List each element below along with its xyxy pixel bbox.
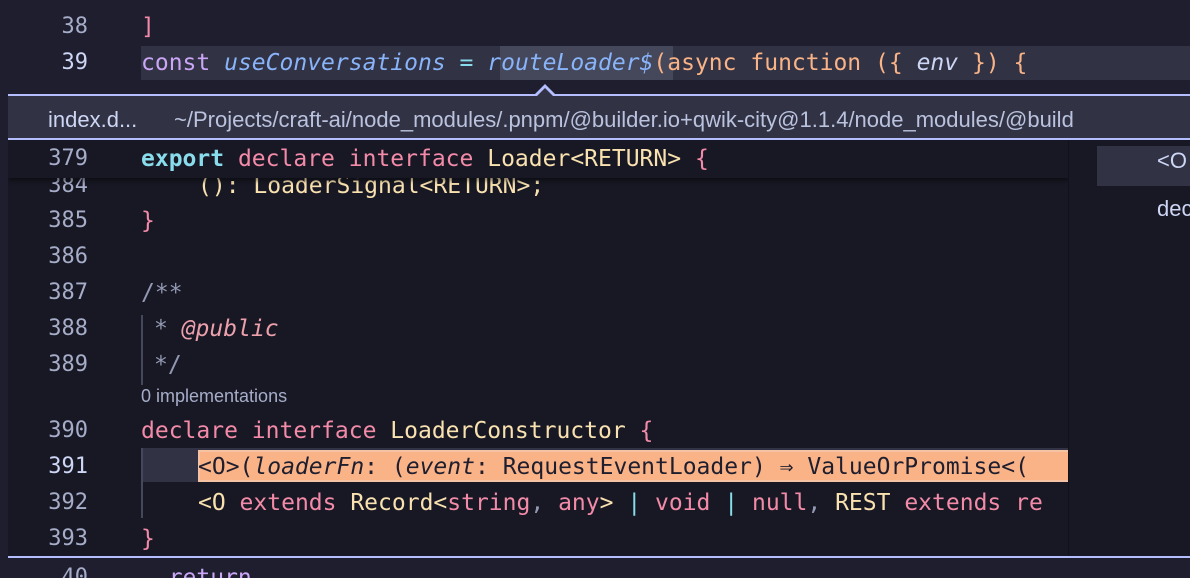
arrow-token: ⇒	[765, 454, 808, 480]
function-token[interactable]: routeLoader$	[487, 50, 653, 76]
param-token: env	[916, 50, 959, 76]
param-token: loaderFn	[253, 454, 365, 480]
code-line[interactable]: * @public	[154, 311, 279, 347]
peek-editor[interactable]: 379 export declare interface Loader<RETU…	[8, 140, 1068, 556]
code-line[interactable]: }	[141, 203, 155, 239]
line-number-active: 391	[48, 454, 88, 479]
punct-token: {	[1013, 50, 1028, 76]
line-number: 392	[48, 490, 88, 515]
indent-guide	[141, 448, 143, 518]
keyword-token: interface	[348, 146, 474, 172]
code-token: ]	[141, 14, 155, 40]
punct-token: ,	[530, 490, 545, 516]
type-token: Record<	[336, 490, 448, 516]
code-token: (	[378, 454, 406, 480]
line-number: 386	[48, 244, 88, 269]
line-number: 388	[48, 316, 88, 341]
indent-guide	[141, 315, 143, 385]
code-line[interactable]: }	[141, 521, 155, 556]
peek-file-name[interactable]: index.d...	[48, 107, 137, 133]
type-token: null	[738, 490, 808, 516]
punct-token: ({	[875, 50, 903, 76]
keyword-token: extends	[890, 490, 1002, 516]
line-number: 379	[48, 146, 88, 171]
line-number: 389	[48, 352, 88, 377]
operator-token: |	[710, 490, 739, 516]
keyword-token: (async	[653, 50, 737, 76]
keyword-token: declare	[237, 146, 335, 172]
punct-token: {	[639, 418, 654, 444]
peek-view-header[interactable]: index.d... ~/Projects/craft-ai/node_modu…	[8, 94, 1190, 140]
type-token: >	[599, 490, 614, 516]
line-number: 387	[48, 280, 88, 305]
punct-token: {	[694, 146, 709, 172]
keyword-token: re	[1001, 490, 1043, 516]
jsdoc-tag-token: @public	[181, 316, 279, 342]
type-token: ValueOrPromise<(	[807, 454, 1029, 480]
identifier-token: useConversations	[224, 50, 446, 76]
code-line-active[interactable]: const useConversations = routeLoader$(as…	[141, 45, 1027, 81]
punct-token: ,	[807, 490, 822, 516]
code-token: <O>(	[198, 454, 254, 480]
keyword-token: interface	[251, 418, 377, 444]
type-token: void	[641, 490, 711, 516]
line-number: 40	[61, 565, 89, 578]
line-number: 385	[48, 208, 88, 233]
line-number: 393	[48, 526, 88, 551]
code-token: :	[364, 454, 379, 480]
code-token: :	[474, 454, 489, 480]
code-token: )	[751, 454, 766, 480]
punct-token: })	[971, 50, 1000, 76]
code-line[interactable]: });	[141, 0, 211, 6]
line-number: 390	[48, 418, 88, 443]
code-line[interactable]: */	[154, 347, 182, 383]
line-number-active: 39	[61, 50, 89, 75]
type-token: REST	[821, 490, 891, 516]
type-token: string	[447, 490, 531, 516]
code-line[interactable]: <O extends Record<string, any> | void | …	[198, 485, 1043, 521]
main-editor-top: 37 }); 38 ] 39 const useConversations = …	[0, 0, 1190, 90]
keyword-token: export	[141, 146, 225, 172]
type-token: LoaderConstructor	[390, 418, 626, 444]
code-line[interactable]: export declare interface Loader<RETURN> …	[141, 141, 709, 177]
peek-view-body: 379 export declare interface Loader<RETU…	[8, 140, 1190, 556]
reference-item[interactable]: <O	[1157, 148, 1187, 174]
code-line[interactable]: ]	[141, 9, 155, 45]
type-token: <O	[198, 490, 226, 516]
type-token: Loader<RETURN>	[487, 146, 682, 172]
reference-item[interactable]: dec	[1157, 196, 1190, 222]
type-token: any	[544, 490, 600, 516]
code-line[interactable]: return	[141, 560, 252, 578]
keyword-token: function	[750, 50, 862, 76]
code-line-highlighted[interactable]: <O>(loaderFn: (event: RequestEventLoader…	[198, 449, 1029, 485]
param-token: event	[405, 454, 475, 480]
type-token: RequestEventLoader	[488, 454, 752, 480]
line-number: 38	[61, 14, 89, 39]
operator-token: =	[459, 50, 474, 76]
code-line[interactable]: /**	[141, 275, 183, 311]
code-line[interactable]: declare interface LoaderConstructor {	[141, 413, 653, 449]
codelens-implementations[interactable]: 0 implementations	[141, 386, 287, 407]
main-editor-bottom[interactable]: 40 return	[0, 558, 1190, 578]
operator-token: |	[613, 490, 642, 516]
sticky-scroll-header[interactable]: 379 export declare interface Loader<RETU…	[8, 140, 1068, 178]
keyword-token: declare	[141, 418, 238, 444]
keyword-token: extends	[225, 490, 337, 516]
peek-references-list[interactable]: <O dec	[1068, 140, 1190, 556]
peek-pointer-inner	[537, 88, 553, 96]
line-number: 37	[0, 0, 88, 6]
comment-token: *	[154, 316, 182, 342]
peek-file-path: ~/Projects/craft-ai/node_modules/.pnpm/@…	[174, 107, 1074, 132]
keyword-token: const	[141, 50, 211, 76]
